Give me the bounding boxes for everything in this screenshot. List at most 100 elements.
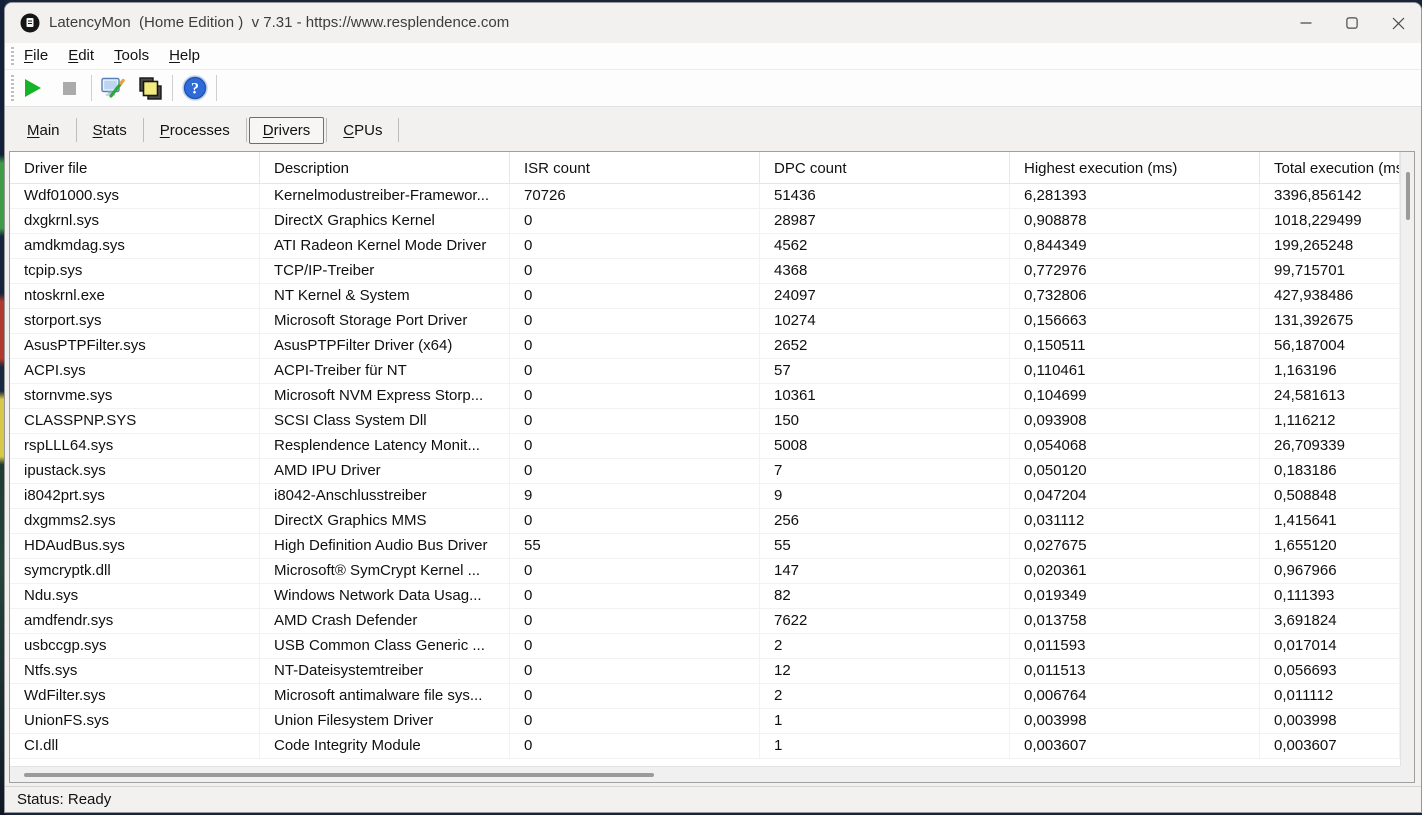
menu-item-tools[interactable]: Tools	[104, 47, 159, 64]
table-row[interactable]: dxgkrnl.sys DirectX Graphics Kernel 0 28987…	[10, 209, 1400, 234]
stop-monitor-button[interactable]	[51, 73, 88, 103]
report-button[interactable]	[95, 73, 132, 103]
table-cell-dpc-count: 150	[760, 409, 1010, 433]
table-row[interactable]: amdfendr.sys AMD Crash Defender 0 7622 0,013…	[10, 609, 1400, 634]
tab-main[interactable]: Main	[13, 117, 74, 144]
title-bar[interactable]: LatencyMon (Home Edition ) v 7.31 - http…	[5, 3, 1421, 43]
table-cell-isr-count: 0	[510, 434, 760, 458]
table-cell-total-execution-ms: 3,691824	[1260, 609, 1400, 633]
table-cell-dpc-count: 82	[760, 584, 1010, 608]
table-cell-description: Microsoft NVM Express Storp...	[260, 384, 510, 408]
table-cell-description: DirectX Graphics Kernel	[260, 209, 510, 233]
menu-item-help[interactable]: Help	[159, 47, 210, 64]
table-row[interactable]: WdFilter.sys Microsoft antimalware file s…	[10, 684, 1400, 709]
table-cell-isr-count: 0	[510, 634, 760, 658]
table-cell-description: ACPI-Treiber für NT	[260, 359, 510, 383]
table-row[interactable]: HDAudBus.sys High Definition Audio Bus Dr…	[10, 534, 1400, 559]
options-button[interactable]	[132, 73, 169, 103]
help-button[interactable]: ?	[176, 73, 213, 103]
table-cell-isr-count: 0	[510, 734, 760, 758]
tab-drivers[interactable]: Drivers	[248, 116, 325, 144]
table-cell-dpc-count: 10361	[760, 384, 1010, 408]
table-cell-driver-file: dxgkrnl.sys	[10, 209, 260, 233]
maximize-button[interactable]	[1329, 3, 1375, 43]
tab-separator	[245, 118, 247, 142]
table-row[interactable]: storport.sys Microsoft Storage Port Drive…	[10, 309, 1400, 334]
menu-item-file[interactable]: File	[14, 47, 58, 64]
table-cell-dpc-count: 51436	[760, 184, 1010, 208]
table-cell-description: Union Filesystem Driver	[260, 709, 510, 733]
help-icon: ?	[181, 75, 208, 101]
minimize-button[interactable]	[1283, 3, 1329, 43]
horizontal-scrollbar-thumb[interactable]	[24, 773, 654, 777]
status-bar: Status: Ready	[5, 786, 1421, 812]
table-cell-isr-count: 0	[510, 309, 760, 333]
table-row[interactable]: AsusPTPFilter.sys AsusPTPFilter Driver (x…	[10, 334, 1400, 359]
column-header-driver-file[interactable]: Driver file	[10, 152, 260, 183]
table-cell-highest-execution-ms: 0,013758	[1010, 609, 1260, 633]
table-row[interactable]: CLASSPNP.SYS SCSI Class System Dll 0 150 0,0…	[10, 409, 1400, 434]
table-row[interactable]: Wdf01000.sys Kernelmodustreiber-Framewor.…	[10, 184, 1400, 209]
table-row[interactable]: i8042prt.sys i8042-Anschlusstreiber 9 9 0,04…	[10, 484, 1400, 509]
menu-bar: File Edit Tools Help	[5, 43, 1421, 70]
table-cell-dpc-count: 2	[760, 684, 1010, 708]
table-cell-dpc-count: 1	[760, 734, 1010, 758]
menu-item-edit[interactable]: Edit	[58, 47, 104, 64]
table-cell-highest-execution-ms: 0,003998	[1010, 709, 1260, 733]
app-icon[interactable]	[20, 13, 40, 33]
tab-cpus[interactable]: CPUs	[329, 117, 396, 144]
tab-processes[interactable]: Processes	[146, 117, 244, 144]
table-cell-dpc-count: 12	[760, 659, 1010, 683]
table-cell-driver-file: tcpip.sys	[10, 259, 260, 283]
table-row[interactable]: ipustack.sys AMD IPU Driver 0 7 0,050120 0,18…	[10, 459, 1400, 484]
table-cell-dpc-count: 256	[760, 509, 1010, 533]
toolbar-separator	[172, 75, 173, 101]
table-cell-total-execution-ms: 99,715701	[1260, 259, 1400, 283]
horizontal-scrollbar[interactable]	[10, 766, 1400, 782]
table-row[interactable]: Ntfs.sys NT-Dateisystemtreiber 0 12 0,011513…	[10, 659, 1400, 684]
table-row[interactable]: dxgmms2.sys DirectX Graphics MMS 0 256 0,031…	[10, 509, 1400, 534]
table-cell-driver-file: ACPI.sys	[10, 359, 260, 383]
table-row[interactable]: ACPI.sys ACPI-Treiber für NT 0 57 0,110461 1,…	[10, 359, 1400, 384]
table-cell-highest-execution-ms: 0,019349	[1010, 584, 1260, 608]
table-cell-isr-count: 9	[510, 484, 760, 508]
table-cell-description: NT Kernel & System	[260, 284, 510, 308]
table-row[interactable]: Ndu.sys Windows Network Data Usag... 0 82 0,…	[10, 584, 1400, 609]
vertical-scrollbar-thumb[interactable]	[1406, 172, 1410, 220]
table-cell-dpc-count: 1	[760, 709, 1010, 733]
close-button[interactable]	[1375, 3, 1421, 43]
latencymon-window: LatencyMon (Home Edition ) v 7.31 - http…	[4, 2, 1422, 813]
column-header-highest-execution-ms[interactable]: Highest execution (ms)	[1010, 152, 1260, 183]
table-cell-isr-count: 0	[510, 684, 760, 708]
table-row[interactable]: stornvme.sys Microsoft NVM Express Storp.…	[10, 384, 1400, 409]
table-cell-highest-execution-ms: 0,104699	[1010, 384, 1260, 408]
table-row[interactable]: rspLLL64.sys Resplendence Latency Monit..…	[10, 434, 1400, 459]
table-cell-isr-count: 0	[510, 609, 760, 633]
run-monitor-button[interactable]	[14, 73, 51, 103]
table-row[interactable]: tcpip.sys TCP/IP-Treiber 0 4368 0,772976 99,7…	[10, 259, 1400, 284]
table-cell-total-execution-ms: 1,116212	[1260, 409, 1400, 433]
table-cell-highest-execution-ms: 0,047204	[1010, 484, 1260, 508]
table-cell-driver-file: Wdf01000.sys	[10, 184, 260, 208]
vertical-scrollbar[interactable]	[1400, 152, 1414, 766]
table-row[interactable]: UnionFS.sys Union Filesystem Driver 0 1 0,00…	[10, 709, 1400, 734]
table-row[interactable]: CI.dll Code Integrity Module 0 1 0,003607 0,0…	[10, 734, 1400, 759]
column-header-dpc-count[interactable]: DPC count	[760, 152, 1010, 183]
table-cell-driver-file: rspLLL64.sys	[10, 434, 260, 458]
column-header-total-execution-ms[interactable]: Total execution (ms)	[1260, 152, 1400, 183]
table-row[interactable]: usbccgp.sys USB Common Class Generic ... 0…	[10, 634, 1400, 659]
table-cell-driver-file: Ntfs.sys	[10, 659, 260, 683]
table-row[interactable]: ntoskrnl.exe NT Kernel & System 0 24097 0,73…	[10, 284, 1400, 309]
table-cell-total-execution-ms: 1018,229499	[1260, 209, 1400, 233]
tab-stats[interactable]: Stats	[79, 117, 141, 144]
table-row[interactable]: amdkmdag.sys ATI Radeon Kernel Mode Drive…	[10, 234, 1400, 259]
table-cell-dpc-count: 7	[760, 459, 1010, 483]
table-cell-total-execution-ms: 0,111393	[1260, 584, 1400, 608]
table-cell-total-execution-ms: 131,392675	[1260, 309, 1400, 333]
table-cell-total-execution-ms: 0,183186	[1260, 459, 1400, 483]
table-row[interactable]: symcryptk.dll Microsoft® SymCrypt Kernel …	[10, 559, 1400, 584]
table-cell-highest-execution-ms: 0,006764	[1010, 684, 1260, 708]
column-header-isr-count[interactable]: ISR count	[510, 152, 760, 183]
column-header-description[interactable]: Description	[260, 152, 510, 183]
table-cell-total-execution-ms: 1,163196	[1260, 359, 1400, 383]
